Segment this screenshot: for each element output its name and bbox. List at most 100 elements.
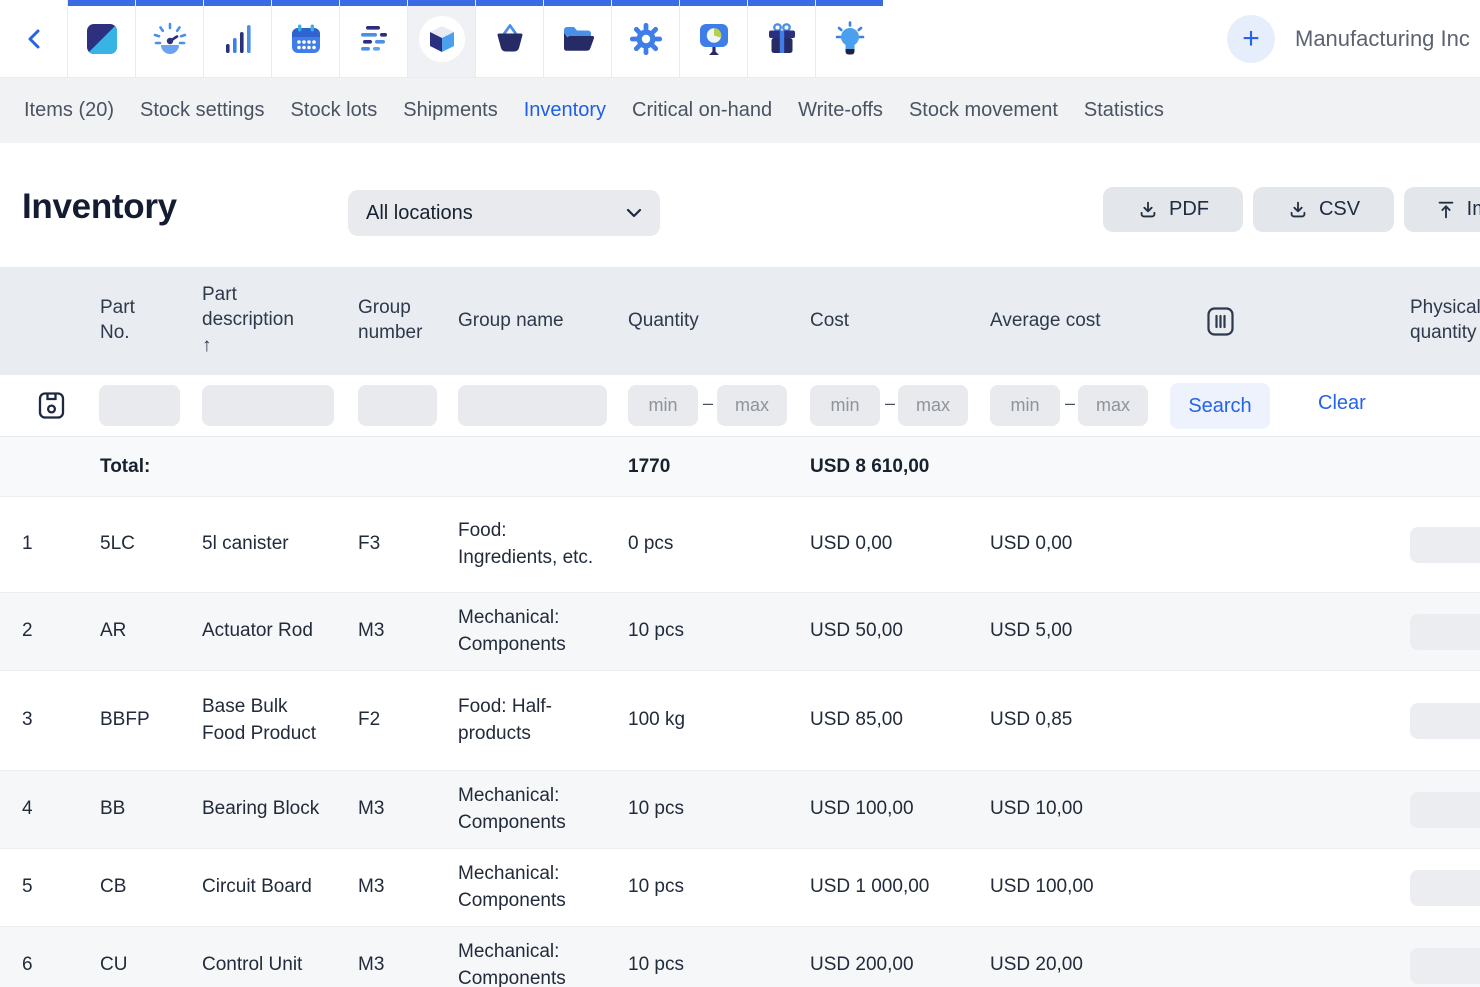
purchases-basket-icon: [492, 21, 528, 57]
export-pdf-label: PDF: [1169, 198, 1209, 221]
group-number-cell: M3: [358, 618, 458, 645]
col-header-average-cost[interactable]: Average cost: [990, 309, 1190, 334]
col-header-group-name[interactable]: Group name: [458, 309, 628, 334]
plus-icon: +: [1242, 22, 1260, 56]
part-description-cell: Base Bulk Food Product: [202, 694, 358, 748]
tab-stock-movement[interactable]: Stock movement: [909, 99, 1058, 122]
filter-quantity-min-input[interactable]: [628, 385, 698, 426]
inventory-cube-icon: [427, 24, 457, 54]
physical-quantity-input[interactable]: [1410, 948, 1480, 984]
row-index: 2: [22, 618, 100, 645]
average-cost-cell: USD 0,85: [990, 707, 1190, 734]
export-actions: PDF CSV Import: [1103, 187, 1480, 232]
app-logo-icon: [84, 21, 120, 57]
table-total-row: Total: 1770 USD 8 610,00: [0, 437, 1480, 497]
tab-statistics[interactable]: Statistics: [1084, 99, 1164, 122]
tab-write-offs[interactable]: Write-offs: [798, 99, 883, 122]
col-header-group-number[interactable]: Group number: [358, 296, 458, 345]
tab-inventory[interactable]: Inventory: [524, 99, 606, 122]
tab-stock-settings[interactable]: Stock settings: [140, 99, 265, 122]
part-description-cell: Control Unit: [202, 952, 358, 979]
tab-critical-on-hand[interactable]: Critical on-hand: [632, 99, 772, 122]
ideas-app[interactable]: [815, 0, 883, 77]
row-index: 6: [22, 952, 100, 979]
part-description-cell: 5l canister: [202, 531, 358, 558]
settings-app[interactable]: [611, 0, 679, 77]
col-header-cost[interactable]: Cost: [810, 309, 990, 334]
tab-stock-lots[interactable]: Stock lots: [291, 99, 378, 122]
physical-quantity-input[interactable]: [1410, 527, 1480, 563]
documents-folder-icon: [560, 21, 596, 57]
tasks-app[interactable]: [339, 0, 407, 77]
group-number-cell: M3: [358, 874, 458, 901]
physical-quantity-input[interactable]: [1410, 614, 1480, 650]
filter-group-name-input[interactable]: [458, 385, 607, 426]
calendar-app[interactable]: [271, 0, 339, 77]
back-button[interactable]: [0, 0, 67, 77]
row-index: 4: [22, 796, 100, 823]
add-button[interactable]: +: [1227, 15, 1275, 63]
filter-group-number-input[interactable]: [358, 385, 437, 426]
tab-shipments[interactable]: Shipments: [403, 99, 498, 122]
table-row[interactable]: 4BBBearing BlockM3Mechanical: Components…: [0, 770, 1480, 848]
table-row[interactable]: 3BBFPBase Bulk Food ProductF2Food: Half-…: [0, 670, 1480, 770]
table-row[interactable]: 15LC5l canisterF3Food: Ingredients, etc.…: [0, 497, 1480, 592]
physical-quantity-input[interactable]: [1410, 703, 1480, 739]
filter-average-cost-min-input[interactable]: [990, 385, 1060, 426]
table-row[interactable]: 5CBCircuit BoardM3Mechanical: Components…: [0, 848, 1480, 926]
sort-ascending-icon[interactable]: ↑: [202, 334, 358, 359]
save-filter-button[interactable]: [38, 391, 65, 420]
group-number-cell: M3: [358, 796, 458, 823]
physical-quantity-input[interactable]: [1410, 792, 1480, 828]
filter-average-cost-max-input[interactable]: [1078, 385, 1148, 426]
cost-cell: USD 50,00: [810, 618, 990, 645]
section-tabs: Items (20) Stock settings Stock lots Shipme…: [0, 78, 1480, 143]
export-csv-label: CSV: [1319, 198, 1360, 221]
analytics-app[interactable]: [203, 0, 271, 77]
columns-icon: [1207, 307, 1234, 336]
filter-part-no-input[interactable]: [99, 385, 180, 426]
inventory-page: + Manufacturing Inc Items (20) Stock sett…: [0, 0, 1480, 987]
app-logo[interactable]: [67, 0, 135, 77]
reports-app[interactable]: [679, 0, 747, 77]
part-no-cell: CU: [100, 952, 202, 979]
filter-part-description-input[interactable]: [202, 385, 334, 426]
filter-cost-min-input[interactable]: [810, 385, 880, 426]
search-button[interactable]: Search: [1170, 383, 1270, 429]
col-header-part-no[interactable]: Part No.: [100, 296, 202, 345]
col-header-physical-quantity[interactable]: Physical quantity: [1410, 296, 1480, 345]
part-description-cell: Circuit Board: [202, 874, 358, 901]
physical-quantity-input[interactable]: [1410, 870, 1480, 906]
table-row[interactable]: 6CUControl UnitM3Mechanical: Components1…: [0, 926, 1480, 987]
import-button[interactable]: Import: [1404, 187, 1480, 232]
purchases-app[interactable]: [475, 0, 543, 77]
total-quantity: 1770: [628, 456, 810, 478]
table-row[interactable]: 2ARActuator RodM3Mechanical: Components1…: [0, 592, 1480, 670]
total-label: Total:: [100, 456, 202, 478]
quantity-cell: 10 pcs: [628, 796, 810, 823]
col-header-quantity[interactable]: Quantity: [628, 309, 810, 334]
download-icon: [1287, 199, 1309, 221]
clear-filters-link[interactable]: Clear: [1318, 392, 1366, 415]
tab-items-20[interactable]: Items (20): [24, 99, 114, 122]
filter-cost-max-input[interactable]: [898, 385, 968, 426]
row-index: 1: [22, 531, 100, 558]
quantity-cell: 100 kg: [628, 707, 810, 734]
quantity-cell: 10 pcs: [628, 874, 810, 901]
part-no-cell: BBFP: [100, 707, 202, 734]
location-select[interactable]: All locations: [348, 190, 660, 236]
export-csv-button[interactable]: CSV: [1253, 187, 1394, 232]
save-floppy-icon: [38, 391, 65, 420]
average-cost-cell: USD 10,00: [990, 796, 1190, 823]
cost-cell: USD 0,00: [810, 531, 990, 558]
column-settings-button[interactable]: [1190, 307, 1250, 336]
rewards-app[interactable]: [747, 0, 815, 77]
company-name[interactable]: Manufacturing Inc: [1295, 26, 1480, 52]
dashboard-app[interactable]: [135, 0, 203, 77]
col-header-part-description[interactable]: Part description ↑: [202, 283, 358, 359]
average-cost-cell: USD 20,00: [990, 952, 1190, 979]
export-pdf-button[interactable]: PDF: [1103, 187, 1243, 232]
filter-quantity-max-input[interactable]: [717, 385, 787, 426]
inventory-app[interactable]: [407, 0, 475, 77]
documents-app[interactable]: [543, 0, 611, 77]
